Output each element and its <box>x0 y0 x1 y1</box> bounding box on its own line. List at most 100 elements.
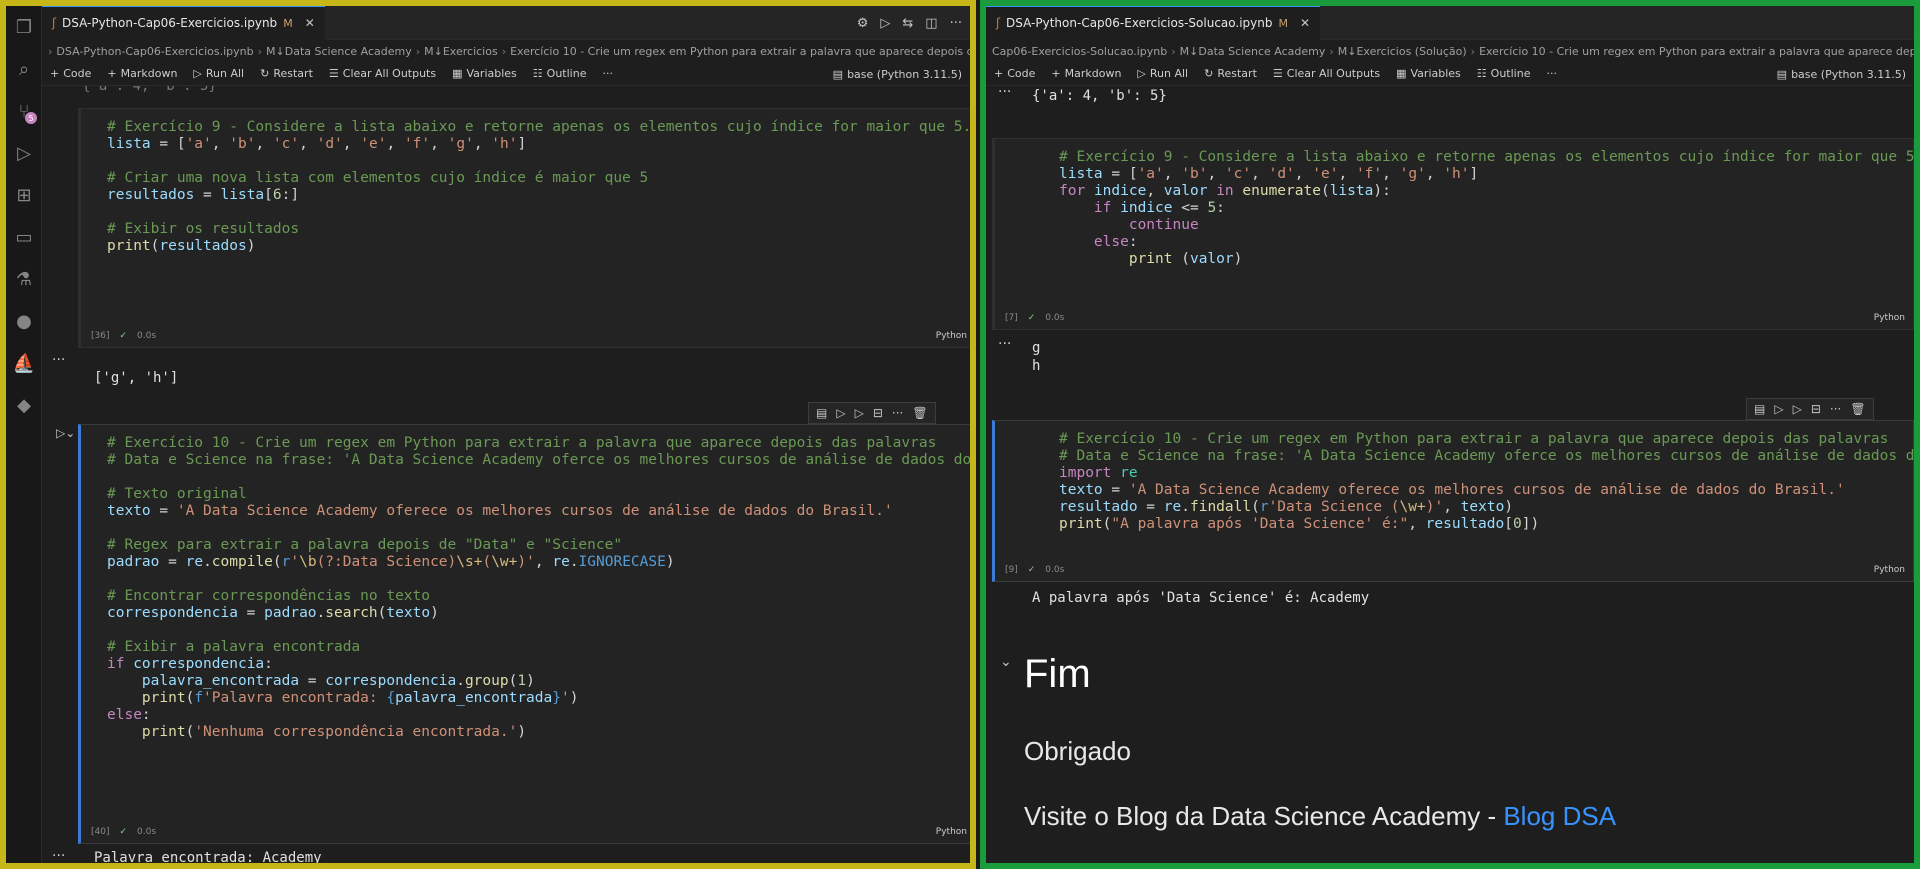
execution-status: [9] ✓ 0.0s <box>1005 565 1065 575</box>
right-editor-window: ʃ DSA-Python-Cap06-Exercicios-Solucao.ip… <box>980 0 1920 869</box>
source-control-badge: 5 <box>25 112 37 124</box>
python-icon[interactable]: ◆ <box>6 384 42 426</box>
kernel-selector[interactable]: ▤ base (Python 3.11.5) <box>833 62 962 86</box>
right-notebook-toolbar: + Code + Markdown ▷ Run All ↻ Restart ☰ … <box>986 62 1914 86</box>
more-actions-icon[interactable]: ··· <box>950 16 962 31</box>
testing-icon[interactable]: ⚗ <box>6 258 42 300</box>
run-icon[interactable]: ▷ <box>880 16 890 31</box>
code-editor[interactable]: # Exercício 9 - Considere a lista abaixo… <box>1059 149 1914 268</box>
close-icon[interactable]: ✕ <box>305 16 315 30</box>
left-notebook-tab[interactable]: ʃ DSA-Python-Cap06-Exercicios.ipynb M ✕ <box>42 6 325 40</box>
cell-language[interactable]: Python <box>936 827 967 837</box>
outline-button[interactable]: ☷ Outline <box>1477 67 1531 80</box>
execute-above-icon[interactable]: ▷ <box>836 406 845 420</box>
split-cell-icon[interactable]: ⊟ <box>873 406 883 420</box>
code-cell-exercicio-10[interactable]: # Exercício 10 - Crie um regex em Python… <box>992 420 1914 582</box>
run-debug-icon[interactable]: ▷ <box>6 132 42 174</box>
more-icon[interactable]: ··· <box>1830 402 1841 416</box>
breadcrumb-item[interactable]: Exercício 10 - Crie um regex em Python p… <box>510 45 970 58</box>
code-cell-exercicio-9[interactable]: # Exercício 9 - Considere a lista abaixo… <box>992 138 1914 330</box>
add-code-button[interactable]: + Code <box>994 67 1035 80</box>
split-cell-icon[interactable]: ⊟ <box>1811 402 1821 416</box>
search-icon[interactable]: ⌕ <box>6 48 42 90</box>
run-all-button[interactable]: ▷ Run All <box>193 67 244 80</box>
execute-above-icon[interactable]: ▷ <box>1774 402 1783 416</box>
more-icon[interactable]: ··· <box>892 406 903 420</box>
compare-icon[interactable]: ⇆ <box>902 16 913 31</box>
variables-button[interactable]: ▦ Variables <box>452 67 517 80</box>
breadcrumb-item[interactable]: Cap06-Exercicios-Solucao.ipynb <box>992 45 1167 58</box>
right-tab-title: DSA-Python-Cap06-Exercicios-Solucao.ipyn… <box>1006 16 1273 30</box>
right-notebook-content: ··· {'a': 4, 'b': 5} # Exercício 9 - Con… <box>986 86 1914 863</box>
extensions-icon[interactable]: ⊞ <box>6 174 42 216</box>
more-button[interactable]: ··· <box>602 67 613 80</box>
run-by-line-icon[interactable]: ▤ <box>1754 402 1765 416</box>
markdown-visit: Visite o Blog da Data Science Academy - … <box>1024 801 1616 832</box>
code-editor[interactable]: # Exercício 10 - Crie um regex em Python… <box>107 435 970 741</box>
delete-icon[interactable]: 🗑 <box>912 406 927 420</box>
breadcrumb-item[interactable]: M↓Data Science Academy <box>266 45 412 58</box>
run-cell-icon[interactable]: ▷⌄ <box>56 426 75 440</box>
breadcrumb-item[interactable]: Exercício 10 - Crie um regex em Python p… <box>1479 45 1914 58</box>
breadcrumb-item[interactable]: M↓Exercicios (Solução) <box>1338 45 1467 58</box>
outline-button[interactable]: ☷ Outline <box>533 67 587 80</box>
left-editor: ʃ DSA-Python-Cap06-Exercicios.ipynb M ✕ … <box>42 6 970 863</box>
boat-icon[interactable]: ⛵ <box>6 342 42 384</box>
left-notebook-content: {'a': 4, 'b': 5} # Exercício 9 - Conside… <box>42 86 970 863</box>
execute-below-icon[interactable]: ▷ <box>855 406 864 420</box>
run-all-button[interactable]: ▷ Run All <box>1137 67 1188 80</box>
output-more-icon[interactable]: ··· <box>998 336 1011 352</box>
cell-output: ['g', 'h'] <box>94 370 179 386</box>
breadcrumb-item[interactable]: DSA-Python-Cap06-Exercicios.ipynb <box>56 45 253 58</box>
left-tab-actions: ⚙ ▷ ⇆ ◫ ··· <box>857 6 962 40</box>
clear-outputs-button[interactable]: ☰ Clear All Outputs <box>329 67 436 80</box>
cell-language[interactable]: Python <box>936 331 967 341</box>
cell-output-line: h <box>1032 358 1041 374</box>
left-notebook-toolbar: + Code + Markdown ▷ Run All ↻ Restart ☰ … <box>42 62 970 86</box>
output-more-icon[interactable]: ··· <box>998 86 1011 100</box>
code-cell-exercicio-10[interactable]: # Exercício 10 - Crie um regex em Python… <box>78 424 970 844</box>
add-code-button[interactable]: + Code <box>50 67 91 80</box>
restart-button[interactable]: ↻ Restart <box>260 67 313 80</box>
more-button[interactable]: ··· <box>1546 67 1557 80</box>
scrolled-output-fragment: {'a': 4, 'b': 5} <box>82 86 217 94</box>
source-control-icon[interactable]: ⑂ 5 <box>6 90 42 132</box>
blog-dsa-link[interactable]: Blog DSA <box>1503 801 1616 831</box>
code-editor[interactable]: # Exercício 10 - Crie um regex em Python… <box>1059 431 1914 533</box>
cell-output: A palavra após 'Data Science' é: Academy <box>1032 590 1370 606</box>
right-notebook-tab[interactable]: ʃ DSA-Python-Cap06-Exercicios-Solucao.ip… <box>986 6 1321 40</box>
split-editor-icon[interactable]: ◫ <box>925 16 937 31</box>
left-editor-window: ❐ ⌕ ⑂ 5 ▷ ⊞ ▭ ⚗ ● ⛵ ◆ ʃ DSA-Python-Cap06-… <box>0 0 976 869</box>
cell-language[interactable]: Python <box>1874 313 1905 323</box>
files-icon[interactable]: ❐ <box>6 6 42 48</box>
remote-explorer-icon[interactable]: ▭ <box>6 216 42 258</box>
execute-below-icon[interactable]: ▷ <box>1793 402 1802 416</box>
left-breadcrumb: › DSA-Python-Cap06-Exercicios.ipynb › M↓… <box>42 40 970 62</box>
cell-language[interactable]: Python <box>1874 565 1905 575</box>
settings-icon[interactable]: ⚙ <box>857 16 869 31</box>
run-by-line-icon[interactable]: ▤ <box>816 406 827 420</box>
clear-outputs-button[interactable]: ☰ Clear All Outputs <box>1273 67 1380 80</box>
github-icon[interactable]: ● <box>6 300 42 342</box>
markdown-thanks: Obrigado <box>1024 736 1131 766</box>
restart-button[interactable]: ↻ Restart <box>1204 67 1257 80</box>
code-editor[interactable]: # Exercício 9 - Considere a lista abaixo… <box>107 119 970 255</box>
left-tab-modified: M <box>283 16 293 30</box>
output-more-icon[interactable]: ··· <box>52 848 65 863</box>
right-tab-bar: ʃ DSA-Python-Cap06-Exercicios-Solucao.ip… <box>986 6 1914 40</box>
output-more-icon[interactable]: ··· <box>52 352 65 368</box>
execution-status: [40] ✓ 0.0s <box>91 827 157 837</box>
left-tab-bar: ʃ DSA-Python-Cap06-Exercicios.ipynb M ✕ … <box>42 6 970 40</box>
breadcrumb-item[interactable]: M↓Data Science Academy <box>1180 45 1326 58</box>
variables-button[interactable]: ▦ Variables <box>1396 67 1461 80</box>
cell-toolbar: ▤ ▷ ▷ ⊟ ··· 🗑 <box>1746 398 1874 420</box>
execution-status: [36] ✓ 0.0s <box>91 331 157 341</box>
collapse-section-icon[interactable]: ⌄ <box>1000 654 1012 670</box>
kernel-selector[interactable]: ▤ base (Python 3.11.5) <box>1777 62 1906 86</box>
close-icon[interactable]: ✕ <box>1300 16 1310 30</box>
add-markdown-button[interactable]: + Markdown <box>1051 67 1121 80</box>
breadcrumb-item[interactable]: M↓Exercicios <box>424 45 498 58</box>
code-cell-exercicio-9[interactable]: # Exercício 9 - Considere a lista abaixo… <box>78 108 970 348</box>
add-markdown-button[interactable]: + Markdown <box>107 67 177 80</box>
delete-icon[interactable]: 🗑 <box>1850 402 1865 416</box>
